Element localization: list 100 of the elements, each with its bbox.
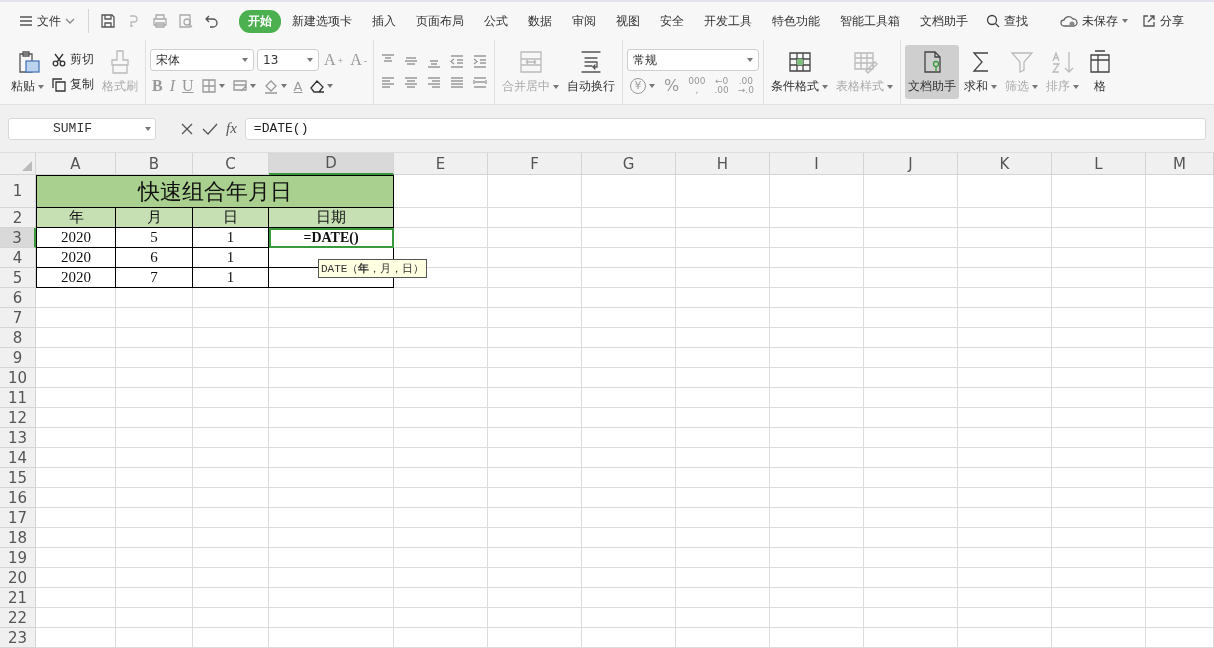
sum-button[interactable]: 求和 <box>961 45 1001 99</box>
column-header[interactable]: M <box>1146 153 1214 175</box>
row-header[interactable]: 13 <box>0 428 36 448</box>
row-header[interactable]: 5 <box>0 268 36 288</box>
save-icon[interactable] <box>100 13 116 29</box>
column-header[interactable]: I <box>770 153 864 175</box>
column-header[interactable]: L <box>1052 153 1146 175</box>
row-header[interactable]: 8 <box>0 328 36 348</box>
borders-icon[interactable] <box>200 78 217 94</box>
row-header[interactable]: 11 <box>0 388 36 408</box>
row-header[interactable]: 23 <box>0 628 36 648</box>
row-header[interactable]: 17 <box>0 508 36 528</box>
align-right-icon[interactable] <box>426 75 443 91</box>
paste-button[interactable]: 粘贴 <box>8 45 47 99</box>
row-header[interactable]: 4 <box>0 248 36 268</box>
column-header[interactable]: A <box>36 153 116 175</box>
row-header[interactable]: 21 <box>0 588 36 608</box>
ribbon-tab[interactable]: 插入 <box>363 9 405 33</box>
copy-button[interactable]: 复制 <box>49 75 97 94</box>
caret-icon[interactable] <box>249 84 256 88</box>
format-button[interactable]: 格 <box>1084 45 1117 99</box>
ribbon-tab[interactable]: 开发工具 <box>695 9 761 33</box>
row-header[interactable]: 20 <box>0 568 36 588</box>
ribbon-tab[interactable]: 新建选项卡 <box>283 9 361 33</box>
row-header[interactable]: 22 <box>0 608 36 628</box>
column-header[interactable]: J <box>864 153 958 175</box>
name-box[interactable]: SUMIF <box>8 117 156 140</box>
row-header[interactable]: 19 <box>0 548 36 568</box>
ribbon-tab[interactable]: 特色功能 <box>763 9 829 33</box>
search-button[interactable]: 查找 <box>979 12 1035 30</box>
share-button[interactable]: 分享 <box>1135 12 1191 30</box>
caret-icon[interactable] <box>218 84 225 88</box>
ribbon-tab[interactable]: 数据 <box>519 9 561 33</box>
caret-icon[interactable] <box>649 84 656 88</box>
font-size-field[interactable]: 13 <box>257 49 319 71</box>
row-header[interactable]: 10 <box>0 368 36 388</box>
undo-icon[interactable] <box>204 13 220 29</box>
empty-cell <box>1146 628 1214 648</box>
ribbon-tab[interactable]: 页面布局 <box>407 9 473 33</box>
eraser-icon[interactable] <box>309 79 326 93</box>
caret-icon[interactable] <box>145 126 151 131</box>
row-header[interactable]: 3 <box>0 228 36 248</box>
empty-cell <box>1146 548 1214 568</box>
column-header[interactable]: D <box>269 153 394 175</box>
column-header[interactable]: E <box>394 153 488 175</box>
font-name-field[interactable]: 宋体 <box>150 49 254 71</box>
row-header[interactable]: 18 <box>0 528 36 548</box>
table-header: 月 <box>116 208 193 228</box>
print-icon[interactable] <box>152 13 168 29</box>
caret-icon[interactable] <box>307 58 313 62</box>
column-header[interactable]: G <box>582 153 676 175</box>
caret-icon[interactable] <box>747 58 754 62</box>
ribbon-tab[interactable]: 安全 <box>651 9 693 33</box>
indent-icon[interactable] <box>472 53 489 69</box>
fill-color-icon[interactable] <box>262 78 279 94</box>
ribbon-tab[interactable]: 视图 <box>607 9 649 33</box>
document-assistant-button[interactable]: 文档助手 <box>905 45 960 99</box>
number-format-field[interactable]: 常规 <box>627 49 760 71</box>
column-header[interactable]: B <box>116 153 193 175</box>
column-header[interactable]: C <box>193 153 269 175</box>
empty-cell <box>1146 508 1214 528</box>
row-header[interactable]: 15 <box>0 468 36 488</box>
formula-field[interactable]: =DATE() <box>244 117 1206 140</box>
empty-cell <box>1146 408 1214 428</box>
table-cell: 1 <box>193 248 269 268</box>
caret-icon[interactable] <box>242 58 248 62</box>
row-header[interactable]: 9 <box>0 348 36 368</box>
cell-style-icon[interactable] <box>231 78 248 94</box>
ribbon-tab[interactable]: 审阅 <box>563 9 605 33</box>
save-status-button[interactable]: 未保存 <box>1053 12 1135 30</box>
ribbon-tab[interactable]: 智能工具箱 <box>831 9 909 33</box>
row-header[interactable]: 16 <box>0 488 36 508</box>
wrap-text-button[interactable]: 自动换行 <box>564 45 619 99</box>
print-preview-icon[interactable] <box>178 13 194 29</box>
table-cell: 7 <box>116 268 193 288</box>
cut-button[interactable]: 剪切 <box>49 50 97 69</box>
insert-function-button[interactable]: fx <box>226 120 237 137</box>
row-header[interactable]: 14 <box>0 448 36 468</box>
file-menu[interactable]: 文件 <box>12 12 82 30</box>
justify-icon[interactable] <box>449 75 466 91</box>
distribute-icon[interactable] <box>472 75 489 91</box>
active-cell[interactable]: =DATE() <box>269 228 394 248</box>
align-center-icon[interactable] <box>403 75 420 91</box>
column-header[interactable]: K <box>958 153 1052 175</box>
row-header[interactable]: 2 <box>0 208 36 228</box>
row-header[interactable]: 6 <box>0 288 36 308</box>
row-header[interactable]: 1 <box>0 175 36 208</box>
cancel-icon[interactable] <box>180 121 194 136</box>
row-header[interactable]: 12 <box>0 408 36 428</box>
confirm-icon[interactable] <box>202 121 218 136</box>
ribbon-tab[interactable]: 文档助手 <box>911 9 977 33</box>
align-left-icon[interactable] <box>380 75 397 91</box>
column-header[interactable]: F <box>488 153 582 175</box>
caret-icon[interactable] <box>280 84 287 88</box>
caret-icon[interactable] <box>327 84 334 88</box>
ribbon-tab[interactable]: 公式 <box>475 9 517 33</box>
outdent-icon[interactable] <box>449 53 466 69</box>
conditional-format-button[interactable]: 条件格式 <box>768 45 832 99</box>
column-header[interactable]: H <box>676 153 770 175</box>
row-header[interactable]: 7 <box>0 308 36 328</box>
